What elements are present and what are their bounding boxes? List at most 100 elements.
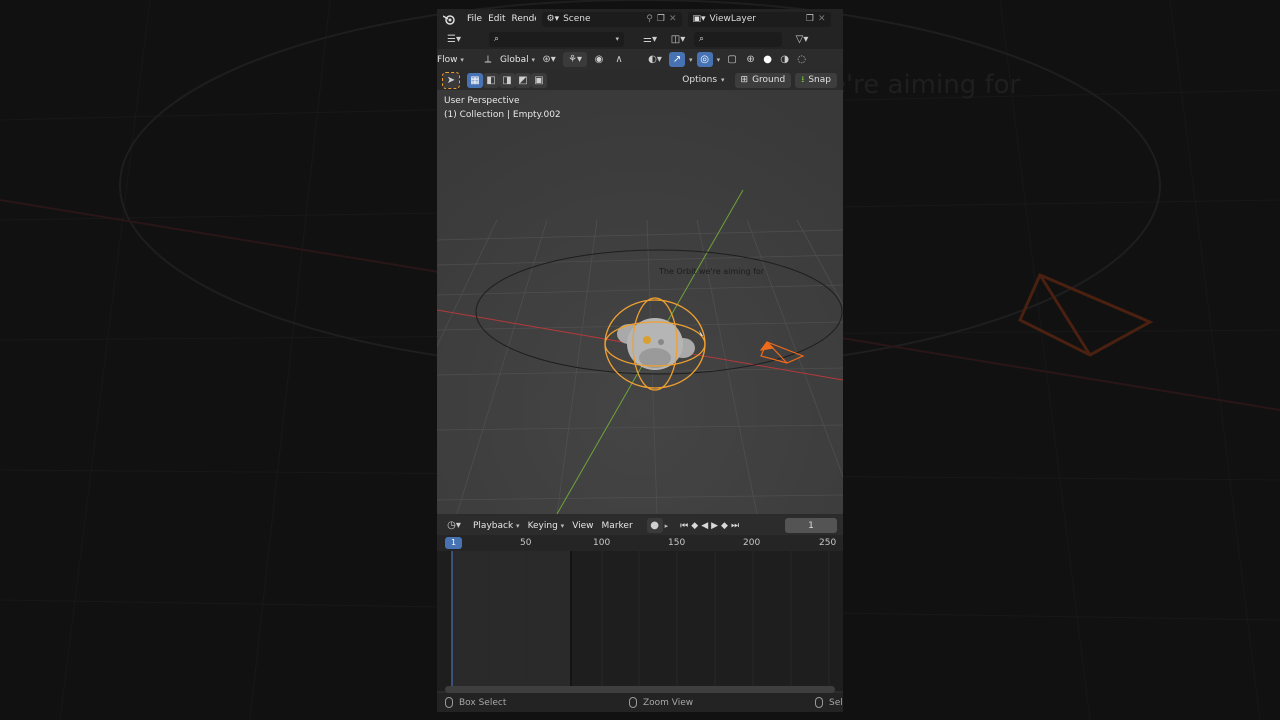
snap-icon: ⭳ [801, 75, 805, 85]
background-caption: e're aiming for [830, 70, 1021, 100]
tick-label: 50 [520, 538, 532, 548]
select-box-new-icon[interactable]: ▦ [467, 72, 483, 88]
snap-toggle-icon[interactable]: ⚘▾ [563, 52, 588, 67]
scene-icon: ⚙▾ [546, 14, 560, 24]
record-chevron-icon[interactable]: ▸ [665, 522, 669, 530]
search-field-left[interactable]: ⌕ ▾ [489, 31, 624, 47]
select-tool-icon[interactable]: ➤ [442, 71, 460, 89]
keying-menu[interactable]: Keying ▾ [528, 521, 565, 531]
keyframe-prev-icon[interactable]: ◆ [691, 521, 698, 531]
filter-icon[interactable]: ▽▾ [790, 32, 814, 47]
viewport-header: Flow ▾ ⟂ Global ▾ ⊛▾ ⚘▾ ◉ ∧ ◐▾ ↗ ▾ ◎ ▾ ▢… [437, 49, 843, 70]
chevron-down-icon[interactable]: ▾ [615, 35, 619, 43]
close-icon[interactable]: ✕ [669, 14, 677, 24]
playback-controls: ⏮ ◆ ◀ ▶ ◆ ⏭ [680, 521, 739, 531]
orbit-annotation: The Orbit we're aiming for [659, 267, 765, 276]
view-layer-selector[interactable]: ▣▾ ViewLayer ❐ ✕ [687, 11, 831, 27]
select-box-intersect-icon[interactable]: ▣ [531, 72, 547, 88]
mouse-right-icon [815, 697, 823, 708]
copy-icon[interactable]: ❐ [657, 14, 665, 24]
close-layer-icon[interactable]: ✕ [818, 14, 826, 24]
falloff-icon[interactable]: ∧ [611, 52, 627, 67]
copy-layer-icon[interactable]: ❐ [806, 14, 814, 24]
current-frame-badge[interactable]: 1 [445, 537, 462, 549]
3d-viewport[interactable]: User Perspective (1) Collection | Empty.… [437, 90, 843, 514]
editor-type-icon[interactable]: ☰▾ [443, 32, 465, 47]
ground-icon: ⊞ [740, 75, 749, 85]
view-perspective-label: User Perspective [444, 96, 520, 106]
solid-shading-icon[interactable]: ● [761, 52, 774, 67]
timeline-track-area[interactable] [437, 551, 843, 691]
pin-icon[interactable]: ⚲ [646, 14, 653, 24]
pivot-icon[interactable]: ⊛▾ [539, 52, 559, 67]
overlay-chevron-icon[interactable]: ▾ [717, 56, 721, 64]
orientation-icon: ⟂ [484, 54, 492, 65]
timeline-scrollbar[interactable] [445, 686, 835, 693]
play-icon[interactable]: ▶ [711, 521, 718, 531]
playback-menu[interactable]: Playback ▾ [473, 521, 520, 531]
timeline-grid [451, 551, 830, 691]
scene-name: Scene [563, 14, 591, 24]
record-icon[interactable]: ● [646, 518, 663, 533]
menu-file[interactable]: File [467, 14, 482, 24]
gizmo-toggle-icon[interactable]: ↗ [669, 52, 686, 67]
keyframe-next-icon[interactable]: ◆ [721, 521, 728, 531]
snap-button[interactable]: ⭳ Snap [795, 72, 837, 88]
select-box-extend-icon[interactable]: ◧ [483, 72, 499, 88]
rendered-shading-icon[interactable]: ◌ [795, 52, 808, 67]
marker-menu[interactable]: Marker [602, 521, 633, 531]
tick-label: 250 [819, 538, 837, 548]
timeline-editor-icon[interactable]: ◷▾ [443, 518, 465, 533]
tool-options-row: ➤ ▦ ◧ ◨ ◩ ▣ Options ▾ ⊞ Ground ⭳ Snap [437, 70, 843, 90]
orientation-dropdown[interactable]: Global ▾ [500, 55, 535, 65]
gizmo-chevron-icon[interactable]: ▾ [689, 56, 693, 64]
snap-label: Snap [808, 75, 831, 85]
blender-logo-icon[interactable] [443, 14, 455, 25]
menu-edit[interactable]: Edit [488, 14, 505, 24]
select-box-subtract-icon[interactable]: ◨ [499, 72, 515, 88]
keying-label: Keying [527, 520, 558, 531]
search-icon-right: ⌕ [699, 34, 705, 44]
options-button[interactable]: Options ▾ [676, 73, 730, 88]
viewport-scene [437, 90, 843, 514]
scene-selector[interactable]: ⚙▾ Scene ⚲ ❐ ✕ [541, 11, 682, 27]
tick-label: 200 [743, 538, 761, 548]
timeline-ruler[interactable]: 1 50 100 150 200 250 [437, 535, 843, 551]
status-middle-label: Zoom View [643, 697, 694, 708]
current-frame-field[interactable]: 1 [785, 518, 837, 533]
play-reverse-icon[interactable]: ◀ [701, 521, 708, 531]
playback-label: Playback [473, 520, 514, 531]
mouse-left-icon [445, 697, 453, 708]
ground-button[interactable]: ⊞ Ground [734, 72, 792, 88]
view-layer-name: ViewLayer [709, 14, 756, 24]
wireframe-shading-icon[interactable]: ⊕ [744, 52, 757, 67]
xray-icon[interactable]: ▢ [724, 52, 740, 67]
material-shading-icon[interactable]: ◑ [778, 52, 791, 67]
search-field-right[interactable]: ⌕ [694, 31, 782, 47]
ground-label: Ground [752, 75, 786, 85]
status-bar: Box Select Zoom View Sel [437, 693, 843, 712]
status-middle: Zoom View [629, 697, 693, 708]
status-left: Box Select [445, 697, 506, 708]
top-menu-bar: File Edit Rende ⚙▾ Scene ⚲ ❐ ✕ ▣▾ ViewLa… [437, 9, 843, 29]
mode-label: Flow [437, 54, 458, 65]
view-icon[interactable]: ◫▾ [666, 32, 690, 47]
mouse-middle-icon [629, 697, 637, 708]
visibility-icon[interactable]: ◐▾ [645, 52, 665, 67]
jump-start-icon[interactable]: ⏮ [680, 521, 688, 531]
options-label: Options [682, 75, 718, 85]
view-layer-icon: ▣▾ [692, 14, 706, 24]
display-mode-icon[interactable]: ⚌▾ [638, 32, 662, 47]
menu-render[interactable]: Rende [512, 14, 536, 24]
status-left-label: Box Select [459, 697, 507, 708]
current-frame-value: 1 [808, 520, 814, 531]
mode-dropdown[interactable]: Flow ▾ [437, 55, 464, 65]
blender-window: File Edit Rende ⚙▾ Scene ⚲ ❐ ✕ ▣▾ ViewLa… [437, 9, 843, 712]
select-box-invert-icon[interactable]: ◩ [515, 72, 531, 88]
tick-label: 100 [593, 538, 611, 548]
proportional-edit-icon[interactable]: ◉ [591, 52, 607, 67]
timeline-header: ◷▾ Playback ▾ Keying ▾ View Marker ● ▸ ⏮… [437, 516, 843, 535]
jump-end-icon[interactable]: ⏭ [731, 521, 739, 531]
overlay-toggle-icon[interactable]: ◎ [696, 52, 713, 67]
view-menu[interactable]: View [572, 521, 593, 531]
